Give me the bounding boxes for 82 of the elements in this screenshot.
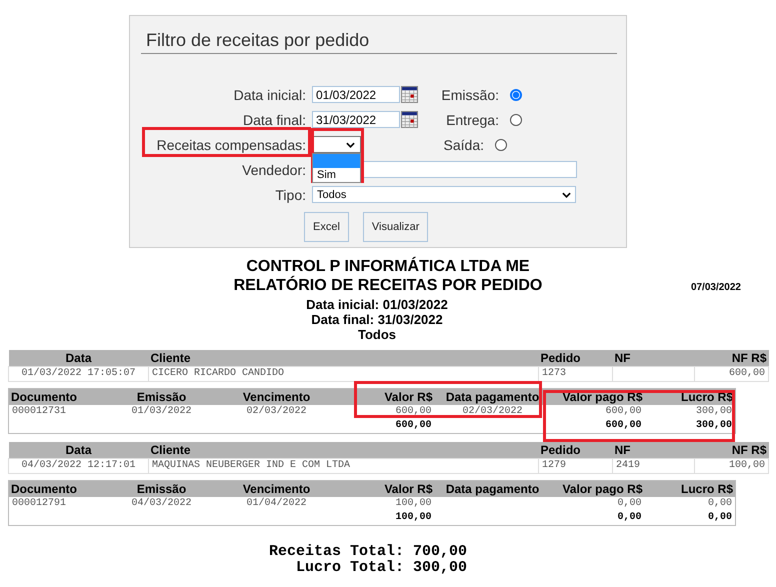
calendar-icon[interactable] <box>401 111 418 128</box>
column-header: Cliente <box>150 443 191 457</box>
column-header: Emissão <box>136 390 186 404</box>
table-cell: CICERO RICARDO CANDIDO <box>152 368 284 379</box>
total-cell: 0,00 <box>617 512 642 523</box>
table-cell: 01/03/2022 17:05:07 <box>21 368 136 379</box>
radio-button[interactable] <box>510 114 522 126</box>
column-header: Data pagamento <box>446 482 540 496</box>
total-cell: 300,00 <box>696 420 732 431</box>
radio-label: Saída: <box>442 136 484 152</box>
column-header: Pedido <box>540 351 581 365</box>
date-input[interactable]: 01/03/2022 <box>312 86 400 103</box>
panel-title: Filtro de receitas por pedido <box>141 29 617 54</box>
dropdown-option[interactable]: Sim <box>313 168 360 182</box>
select-field[interactable]: Todos <box>312 186 576 203</box>
report-subtitle: Todos <box>356 327 398 342</box>
chevron-icon <box>562 192 571 198</box>
column-header: Data <box>65 443 92 457</box>
column-header: NF <box>614 443 630 457</box>
table-cell: 01/03/2022 <box>131 406 192 417</box>
table-cell: 100,00 <box>728 460 765 471</box>
column-header: Vencimento <box>242 390 310 404</box>
column-header: Documento <box>11 482 77 496</box>
table-cell: 1273 <box>542 368 566 379</box>
table-cell: 000012791 <box>12 498 66 509</box>
column-header: Valor pago R$ <box>562 482 642 496</box>
column-header: Valor R$ <box>384 482 432 496</box>
action-button[interactable]: Excel <box>304 212 349 242</box>
table-cell: 04/03/2022 <box>131 498 192 509</box>
column-header: Lucro R$ <box>680 482 733 496</box>
field-label: Receitas compensadas: <box>156 136 306 152</box>
column-header: Valor R$ <box>384 390 432 404</box>
calendar-icon[interactable] <box>401 86 418 103</box>
table-cell: MAQUINAS NEUBERGER IND E COM LTDA <box>152 460 350 471</box>
field-label: Data final: <box>242 112 306 128</box>
table-cell: 04/03/2022 12:17:01 <box>21 460 136 471</box>
column-header: Documento <box>11 390 77 404</box>
field-label: Tipo: <box>274 186 306 202</box>
grand-total: Receitas Total: 700,00 <box>268 544 467 560</box>
company-name: CONTROL P INFORMÁTICA LTDA ME <box>245 257 531 276</box>
column-header: Cliente <box>150 351 191 365</box>
select-field[interactable] <box>312 136 361 153</box>
field-label: Data inicial: <box>232 86 306 102</box>
column-header: NF R$ <box>732 351 766 365</box>
column-header: Valor pago R$ <box>562 390 642 404</box>
table-cell: 02/03/2022 <box>246 406 306 417</box>
radio-button[interactable] <box>510 88 522 100</box>
column-header: Emissão <box>136 482 186 496</box>
table-cell: 0,00 <box>708 498 732 509</box>
total-cell: 0,00 <box>708 512 732 523</box>
report-title: RELATÓRIO DE RECEITAS POR PEDIDO <box>234 276 542 295</box>
total-cell: 600,00 <box>395 420 432 431</box>
column-header: Data <box>65 351 92 365</box>
report-subtitle: Data final: 31/03/2022 <box>310 312 444 327</box>
action-button[interactable]: Visualizar <box>362 212 428 242</box>
report-subtitle: Data inicial: 01/03/2022 <box>305 297 449 312</box>
table-cell: 2419 <box>616 460 640 471</box>
table-cell: 1279 <box>542 460 566 471</box>
field-label: Vendedor: <box>241 162 306 178</box>
table-cell: 01/04/2022 <box>246 498 306 509</box>
grand-total: Lucro Total: 300,00 <box>296 560 467 576</box>
chevron-icon <box>346 142 355 148</box>
column-header: NF R$ <box>732 443 766 457</box>
table-cell: 300,00 <box>696 406 732 417</box>
radio-button[interactable] <box>495 138 507 150</box>
column-header: Data pagamento <box>446 390 540 404</box>
table-cell: 600,00 <box>395 406 432 417</box>
column-header: Pedido <box>540 443 581 457</box>
table-cell: 02/03/2022 <box>462 406 522 417</box>
table-cell: 600,00 <box>605 406 642 417</box>
column-header: Vencimento <box>242 482 310 496</box>
column-header: NF <box>614 351 630 365</box>
radio-label: Entrega: <box>445 112 499 128</box>
table-cell: 600,00 <box>728 368 765 379</box>
table-cell: 000012731 <box>12 406 66 417</box>
report-date: 07/03/2022 <box>690 281 742 295</box>
radio-label: Emissão: <box>440 86 499 102</box>
table-cell: 100,00 <box>395 498 432 509</box>
table-cell: 0,00 <box>617 498 642 509</box>
date-input[interactable]: 31/03/2022 <box>312 111 400 128</box>
total-cell: 600,00 <box>605 420 642 431</box>
total-cell: 100,00 <box>395 512 432 523</box>
